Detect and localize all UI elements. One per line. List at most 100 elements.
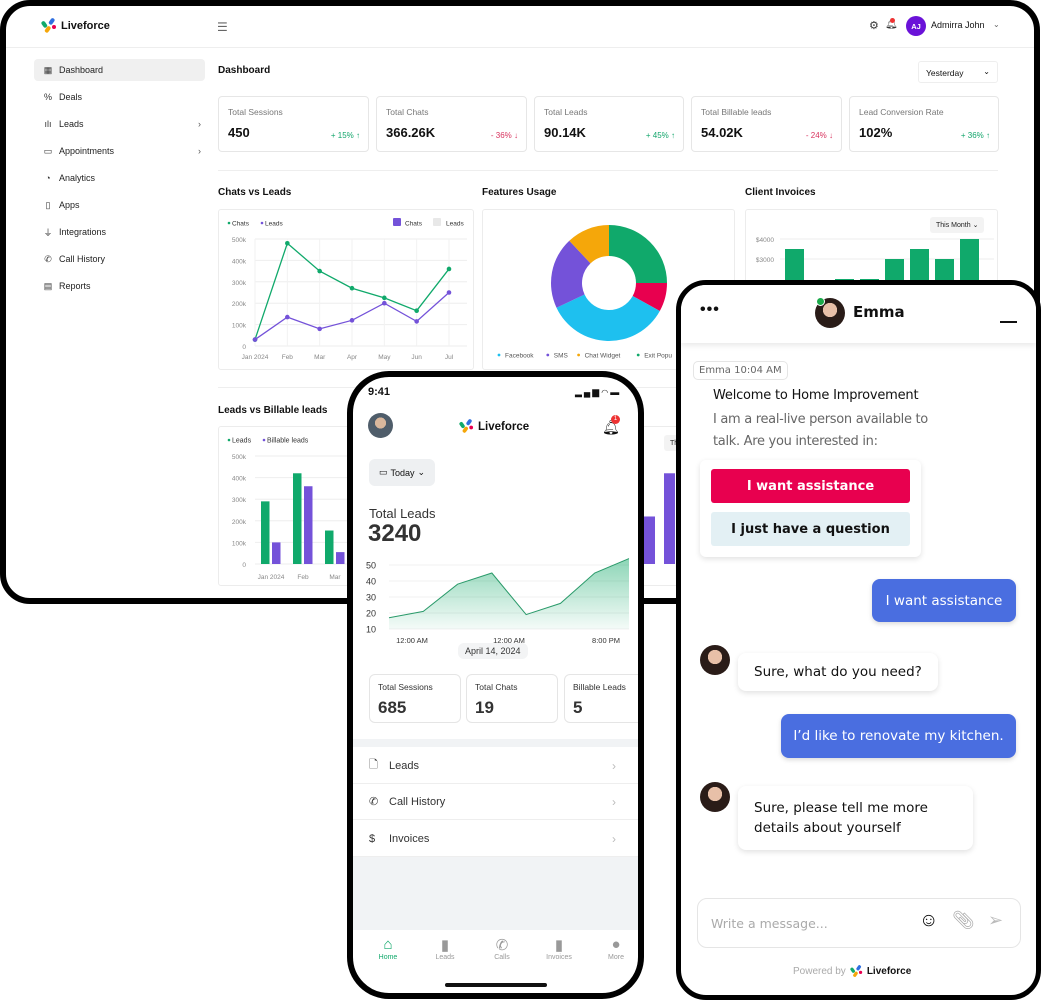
nav-home[interactable]: ⌂ Home xyxy=(368,936,408,961)
data-point xyxy=(349,318,355,323)
stat-value: 5 xyxy=(573,698,583,717)
bell-icon[interactable]: 🔔︎ 1 xyxy=(602,415,620,436)
x-tick-label: Apr xyxy=(347,354,358,361)
sidebar-item-appointments[interactable]: ▭ Appointments › xyxy=(34,140,205,162)
chart-title: Leads vs Billable leads xyxy=(218,405,328,416)
y-tick-label: 0 xyxy=(242,344,246,351)
sidebar-item-label: Deals xyxy=(59,92,83,102)
stat-label: Total Billable leads xyxy=(701,107,772,117)
sidebar-item-analytics[interactable]: ◔ Analytics xyxy=(34,167,205,189)
menu-item-leads[interactable]: 🗋︎ Leads › xyxy=(353,748,638,784)
x-tick-label: 8:00 PM xyxy=(592,636,620,644)
chart-title: Client Invoices xyxy=(745,187,816,198)
hamburger-icon[interactable]: ☰ xyxy=(217,20,228,34)
bar xyxy=(644,516,655,564)
stat-change: + 45% ↑ xyxy=(645,131,675,140)
stat-label: Lead Conversion Rate xyxy=(859,107,944,117)
x-tick-label: Feb xyxy=(282,354,294,361)
stat-value: 19 xyxy=(475,698,494,717)
y-tick-label: $4000 xyxy=(756,237,774,244)
bell-icon[interactable]: 🔔︎ xyxy=(885,18,898,30)
menu-item-invoices[interactable]: $ Invoices › xyxy=(353,821,638,857)
nav-calls[interactable]: ✆ Calls xyxy=(482,936,522,961)
sidebar-item-apps[interactable]: ▯ Apps xyxy=(34,194,205,216)
y-tick-label: 100k xyxy=(232,323,247,330)
attachment-icon[interactable]: 📎︎ xyxy=(952,910,975,931)
stat-value: 685 xyxy=(378,698,407,717)
message-placeholder: Write a message... xyxy=(711,916,828,931)
brand-logo[interactable]: Liveforce xyxy=(41,18,110,34)
range-select[interactable]: ▭ Today ⌄ xyxy=(369,459,435,486)
stat-change: - 36% ↓ xyxy=(490,131,518,140)
chevron-right-icon: › xyxy=(612,831,616,846)
stat-label: Total Chats xyxy=(386,107,429,117)
period-select[interactable]: This Month ⌄ xyxy=(930,217,985,233)
chevron-down-icon[interactable]: ⌄ xyxy=(993,20,1000,29)
stat-card-total-chats: Total Chats 19 xyxy=(466,674,558,723)
notification-badge: 1 xyxy=(611,415,620,424)
sidebar-item-label: Integrations xyxy=(59,227,107,237)
sidebar-item-deals[interactable]: % Deals xyxy=(34,86,205,108)
data-point xyxy=(446,290,452,295)
sidebar-item-reports[interactable]: ▤ Reports xyxy=(34,275,205,297)
agent-avatar xyxy=(700,645,730,675)
nav-invoices[interactable]: ▮ Invoices xyxy=(539,936,579,961)
legend-label: Leads xyxy=(232,438,252,445)
liveforce-logo-icon xyxy=(41,18,56,33)
bar-leads xyxy=(261,501,270,564)
wifi-icon: ◠ xyxy=(601,388,611,397)
y-tick-label: 40 xyxy=(366,577,376,587)
data-point xyxy=(285,240,290,246)
sidebar-item-integrations[interactable]: ⏚ Integrations xyxy=(34,221,205,243)
range-value: Today xyxy=(390,467,415,478)
avatar[interactable]: AJ xyxy=(906,16,926,36)
chevron-right-icon: › xyxy=(612,758,616,773)
plug-icon: ⏚ xyxy=(43,227,53,238)
nav-leads[interactable]: ▮ Leads xyxy=(425,936,465,961)
sidebar-item-label: Apps xyxy=(59,200,80,210)
legend-label: SMS xyxy=(554,353,569,360)
y-tick-label: 100k xyxy=(232,540,247,547)
invoice-icon: ▮ xyxy=(554,937,564,954)
sidebar-item-dashboard[interactable]: ▦ Dashboard xyxy=(34,59,205,81)
period-select[interactable]: Yesterday ⌄ xyxy=(918,61,998,83)
nav-label: Leads xyxy=(435,954,455,961)
menu-item-label: Call History xyxy=(389,795,446,808)
bar-chart-icon: ılı xyxy=(44,119,52,129)
sidebar-item-leads[interactable]: ılı Leads › xyxy=(34,113,205,135)
bar-billable-leads xyxy=(304,486,313,564)
toggle-label: Leads xyxy=(446,221,464,228)
liveforce-logo-icon xyxy=(459,419,474,433)
y-tick-label: $3000 xyxy=(756,257,774,264)
more-icon[interactable]: ••• xyxy=(700,301,720,319)
sidebar-item-label: Dashboard xyxy=(59,65,104,75)
message-input[interactable]: Write a message... ☺ 📎︎ ➢ xyxy=(697,898,1021,948)
stat-card-total-leads: Total Leads 90.14K + 45% ↑ xyxy=(534,96,684,152)
x-tick-label: Jan 2024 xyxy=(258,574,285,581)
profile-avatar[interactable] xyxy=(368,413,393,438)
quick-reply-assistance[interactable]: I want assistance xyxy=(711,469,910,503)
stat-label: Total Chats xyxy=(475,682,518,692)
user-name[interactable]: Admirra John xyxy=(931,20,985,30)
stat-card-conversion-rate: Lead Conversion Rate 102% + 36% ↑ xyxy=(849,96,999,152)
legend-dot xyxy=(636,353,640,357)
stat-card-total-sessions: Total Sessions 450 + 15% ↑ xyxy=(218,96,369,152)
legend-dot xyxy=(260,221,264,225)
nav-more[interactable]: ● More xyxy=(596,936,636,961)
phone-icon: ▯ xyxy=(45,199,51,210)
menu-item-call-history[interactable]: ✆ Call History › xyxy=(353,784,638,820)
sidebar-item-call-history[interactable]: ✆ Call History xyxy=(34,248,205,270)
data-point xyxy=(382,295,387,301)
gear-icon[interactable]: ⚙ xyxy=(869,19,879,32)
send-icon[interactable]: ➢ xyxy=(988,910,1003,931)
minimize-icon[interactable] xyxy=(1000,321,1017,323)
quick-reply-question[interactable]: I just have a question xyxy=(711,512,910,546)
chat-header: ••• Emma xyxy=(681,285,1036,343)
message-timestamp: Emma 10:04 AM xyxy=(693,361,788,380)
nav-label: More xyxy=(608,954,624,961)
y-tick-label: 0 xyxy=(242,562,246,569)
phone-icon: ✆ xyxy=(495,937,509,954)
user-message: I’d like to renovate my kitchen. xyxy=(781,714,1016,758)
emoji-icon[interactable]: ☺ xyxy=(919,910,938,932)
pie-slice xyxy=(609,225,667,283)
